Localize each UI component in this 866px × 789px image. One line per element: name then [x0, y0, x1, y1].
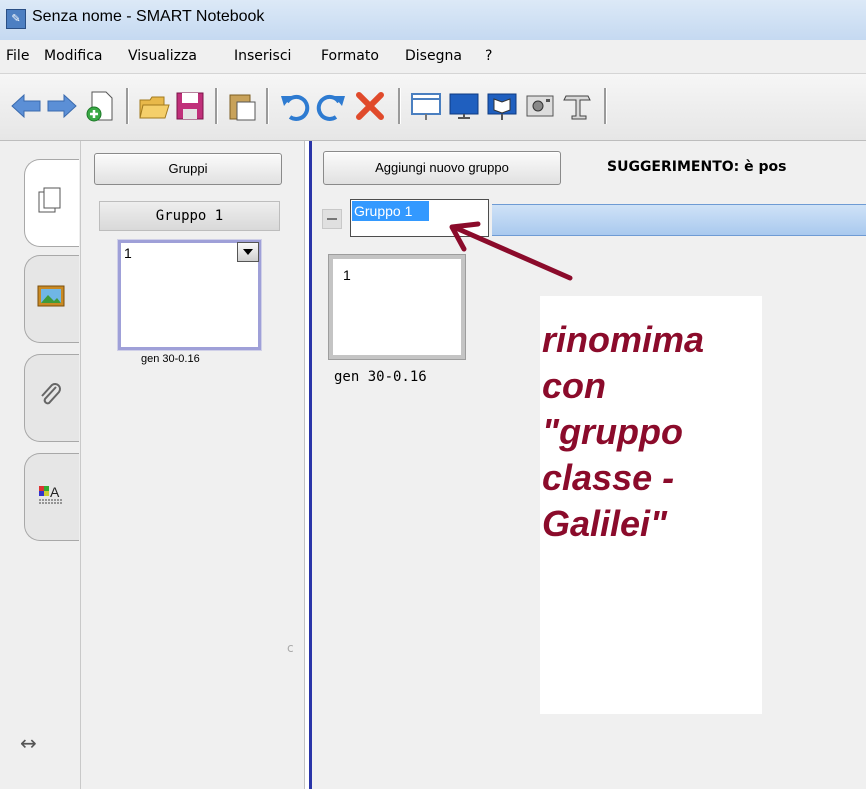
tab-gallery[interactable]	[24, 255, 79, 343]
annotation-line: classe -	[542, 457, 675, 498]
page-sorter-panel: Gruppi Gruppo 1 1 gen 30-0.16 c	[81, 141, 305, 789]
menu-disegna[interactable]: Disegna	[405, 48, 462, 64]
page-number: 1	[343, 267, 351, 283]
annotation-line: "gruppo	[542, 411, 684, 452]
panel-grip-icon[interactable]: c	[287, 641, 294, 655]
annotation-line: rinomima	[542, 319, 705, 360]
group-name-input[interactable]	[352, 201, 429, 221]
svg-text:A: A	[50, 484, 60, 500]
forward-arrow-icon[interactable]	[46, 90, 78, 122]
app-icon: ✎	[6, 9, 26, 29]
menu-visualizza[interactable]: Visualizza	[128, 48, 197, 64]
menu-modifica[interactable]: Modifica	[44, 48, 103, 64]
chevron-down-icon[interactable]	[237, 242, 259, 262]
back-arrow-icon[interactable]	[10, 90, 42, 122]
open-folder-icon[interactable]	[138, 90, 170, 122]
groups-editor: Aggiungi nuovo gruppo SUGGERIMENTO: è po…	[309, 141, 866, 789]
menu-bar: File Modifica Visualizza Inserisci Forma…	[0, 40, 866, 74]
group-bar-fill	[492, 204, 866, 236]
hint-text: SUGGERIMENTO: è pos	[607, 159, 787, 175]
group-name-field[interactable]	[350, 199, 489, 237]
new-page-icon[interactable]	[84, 90, 116, 122]
annotation-line: con	[542, 365, 607, 406]
resize-arrows-icon[interactable]: ↔	[20, 731, 37, 755]
menu-inserisci[interactable]: Inserisci	[234, 48, 291, 64]
save-icon[interactable]	[174, 90, 206, 122]
annotation-line: Galilei"	[542, 503, 668, 544]
full-screen-icon[interactable]	[448, 90, 480, 122]
properties-icon: A	[39, 484, 63, 504]
menu-help[interactable]: ?	[485, 48, 492, 64]
sidebar-tabs: A ↔	[0, 141, 81, 789]
paste-icon[interactable]	[226, 90, 258, 122]
add-group-button[interactable]: Aggiungi nuovo gruppo	[323, 151, 561, 185]
title-bar: ✎ Senza nome - SMART Notebook	[0, 0, 866, 41]
page-thumbnail[interactable]: 1	[329, 255, 465, 359]
page-number: 1	[124, 245, 132, 261]
toolbar	[0, 74, 866, 141]
menu-formato[interactable]: Formato	[321, 48, 379, 64]
dual-page-icon[interactable]	[486, 90, 518, 122]
tab-properties[interactable]: A	[24, 453, 79, 541]
tab-page-sorter[interactable]	[24, 159, 79, 247]
gallery-icon	[37, 285, 65, 307]
undo-icon[interactable]	[278, 90, 310, 122]
screen-shade-icon[interactable]	[410, 90, 442, 122]
thumbnail-date: gen 30-0.16	[141, 353, 200, 365]
window-title: Senza nome - SMART Notebook	[32, 8, 265, 25]
collapse-icon[interactable]	[322, 209, 342, 229]
screen-capture-icon[interactable]	[524, 90, 556, 122]
menu-file[interactable]: File	[6, 48, 29, 64]
document-camera-icon[interactable]	[562, 90, 594, 122]
group-bar	[322, 199, 866, 237]
page-thumbnail[interactable]: 1	[118, 240, 261, 350]
page-sorter-icon	[38, 187, 61, 213]
annotation-callout: rinomima con "gruppo classe - Galilei"	[540, 296, 762, 714]
groups-button[interactable]: Gruppi	[94, 153, 282, 185]
delete-icon[interactable]	[354, 90, 386, 122]
tab-attachments[interactable]	[24, 354, 79, 442]
group-header[interactable]: Gruppo 1	[99, 201, 280, 231]
redo-icon[interactable]	[316, 90, 348, 122]
page-date: gen 30-0.16	[334, 369, 427, 385]
attachments-icon	[41, 383, 61, 405]
